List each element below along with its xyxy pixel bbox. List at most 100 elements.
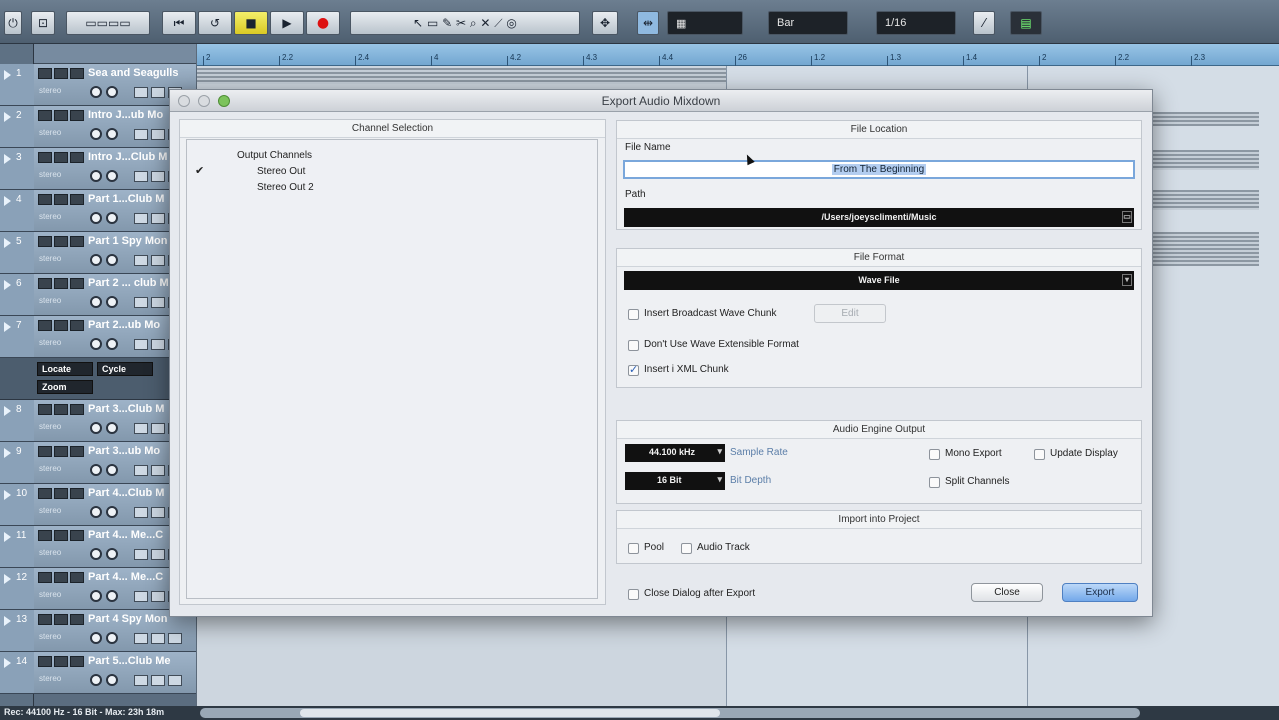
record-enable-icon[interactable]: [90, 632, 102, 644]
mute-icon[interactable]: [38, 404, 52, 415]
monitor-icon[interactable]: [106, 632, 118, 644]
mute-solo-buttons[interactable]: [38, 530, 84, 541]
mute-solo-buttons[interactable]: [38, 656, 84, 667]
mute-solo-buttons[interactable]: [38, 68, 84, 79]
record-enable-icon[interactable]: [90, 128, 102, 140]
solo-icon[interactable]: [54, 110, 68, 121]
horizontal-scrollbar[interactable]: [200, 708, 1140, 718]
track-row[interactable]: 7 Part 2...ub Mo stereo: [0, 316, 196, 358]
constrain-delay-button[interactable]: ⊡: [31, 11, 55, 35]
solo-icon[interactable]: [54, 488, 68, 499]
edit-icon[interactable]: [134, 171, 148, 182]
cycle-icon[interactable]: ↺: [198, 11, 232, 35]
close-window-icon[interactable]: [178, 95, 190, 107]
path-field[interactable]: /Users/joeysclimenti/Music ▭: [624, 208, 1134, 227]
track-name[interactable]: Intro J...Club M: [88, 151, 167, 163]
edit-button[interactable]: Edit: [814, 304, 886, 323]
track-edit-icons[interactable]: [134, 633, 182, 644]
read-icon[interactable]: [70, 656, 84, 667]
edit-icon[interactable]: [134, 423, 148, 434]
file-format-select[interactable]: Wave File ▾: [624, 271, 1134, 290]
track-knobs[interactable]: [90, 170, 118, 182]
read-icon[interactable]: [70, 530, 84, 541]
edit-icon[interactable]: [151, 465, 165, 476]
track-row[interactable]: 14 Part 5...Club Me stereo: [0, 652, 196, 694]
track-knobs[interactable]: [90, 338, 118, 350]
mute-solo-buttons[interactable]: [38, 572, 84, 583]
mute-icon[interactable]: [38, 68, 52, 79]
expand-arrow-icon[interactable]: [4, 406, 11, 416]
play-button[interactable]: ▶: [270, 11, 304, 35]
track-name[interactable]: Part 4...Club M: [88, 487, 164, 499]
edit-icon[interactable]: [151, 675, 165, 686]
audio-clip[interactable]: [1153, 112, 1259, 126]
solo-icon[interactable]: [54, 572, 68, 583]
edit-icon[interactable]: [134, 465, 148, 476]
record-enable-icon[interactable]: [90, 86, 102, 98]
track-row[interactable]: 6 Part 2 ... club M stereo: [0, 274, 196, 316]
tool-buttons[interactable]: ↖ ▭ ✎ ✂ ⌕ ✕ ⟋ ◎: [350, 11, 580, 35]
solo-icon[interactable]: [54, 404, 68, 415]
close-after-export-checkbox[interactable]: [628, 589, 639, 600]
mute-solo-buttons[interactable]: [38, 488, 84, 499]
solo-icon[interactable]: [54, 320, 68, 331]
expand-arrow-icon[interactable]: [4, 448, 11, 458]
solo-icon[interactable]: [54, 278, 68, 289]
mute-solo-buttons[interactable]: [38, 614, 84, 625]
zoom-window-icon[interactable]: [218, 95, 230, 107]
read-icon[interactable]: [70, 236, 84, 247]
record-enable-icon[interactable]: [90, 212, 102, 224]
track-name[interactable]: Part 3...ub Mo: [88, 445, 160, 457]
monitor-icon[interactable]: [106, 464, 118, 476]
minimize-window-icon[interactable]: [198, 95, 210, 107]
ixml-chunk-checkbox[interactable]: [628, 363, 639, 376]
track-edit-icons[interactable]: [134, 675, 182, 686]
audio-clip[interactable]: [197, 68, 726, 84]
zoom-select[interactable]: Zoom: [37, 380, 93, 394]
snap-type-select[interactable]: ▦: [667, 11, 743, 35]
read-icon[interactable]: [70, 446, 84, 457]
edit-icon[interactable]: [134, 87, 148, 98]
activate-project-button[interactable]: ⏻: [4, 11, 22, 35]
edit-icon[interactable]: [134, 213, 148, 224]
mute-icon[interactable]: [38, 194, 52, 205]
record-enable-icon[interactable]: [90, 674, 102, 686]
output-channels-node[interactable]: Output Channels: [237, 150, 312, 161]
solo-icon[interactable]: [54, 236, 68, 247]
mute-solo-buttons[interactable]: [38, 446, 84, 457]
read-icon[interactable]: [70, 278, 84, 289]
track-name[interactable]: Part 3...Club M: [88, 403, 164, 415]
path-browse-icon[interactable]: ▭: [1122, 211, 1132, 223]
track-row[interactable]: 8 Part 3...Club M stereo: [0, 400, 196, 442]
track-name[interactable]: Part 2...ub Mo: [88, 319, 160, 331]
edit-icon[interactable]: [151, 171, 165, 182]
expand-arrow-icon[interactable]: [4, 574, 11, 584]
track-name[interactable]: Sea and Seagulls: [88, 67, 178, 79]
solo-icon[interactable]: [54, 530, 68, 541]
track-row[interactable]: 1 Sea and Seagulls stereo: [0, 64, 196, 106]
track-row[interactable]: 4 Part 1...Club M stereo: [0, 190, 196, 232]
timeline-ruler[interactable]: 2 2.2 2.4 4 4.2 4.3 4.4 26 1.2 1.3 1.4 2 2.2 2.3: [197, 44, 1279, 66]
bit-depth-select[interactable]: 16 Bit: [625, 472, 725, 490]
mute-icon[interactable]: [38, 572, 52, 583]
read-icon[interactable]: [70, 152, 84, 163]
monitor-icon[interactable]: [106, 254, 118, 266]
mute-icon[interactable]: [38, 530, 52, 541]
read-icon[interactable]: [70, 110, 84, 121]
edit-icon[interactable]: [151, 297, 165, 308]
edit-icon[interactable]: [151, 591, 165, 602]
mute-icon[interactable]: [38, 656, 52, 667]
edit-icon[interactable]: [134, 255, 148, 266]
read-icon[interactable]: [70, 404, 84, 415]
update-display-checkbox[interactable]: [1034, 449, 1045, 460]
track-row[interactable]: 5 Part 1 Spy Mon stereo: [0, 232, 196, 274]
track-knobs[interactable]: [90, 464, 118, 476]
quantize-setup-icon[interactable]: ⁄: [973, 11, 995, 35]
expand-arrow-icon[interactable]: [4, 532, 11, 542]
cycle-select[interactable]: Cycle: [97, 362, 153, 376]
edit-icon[interactable]: [134, 675, 148, 686]
read-icon[interactable]: [70, 68, 84, 79]
track-header[interactable]: Part 5...Club Me stereo: [34, 652, 196, 693]
monitor-icon[interactable]: [106, 128, 118, 140]
edit-icon[interactable]: [134, 129, 148, 140]
